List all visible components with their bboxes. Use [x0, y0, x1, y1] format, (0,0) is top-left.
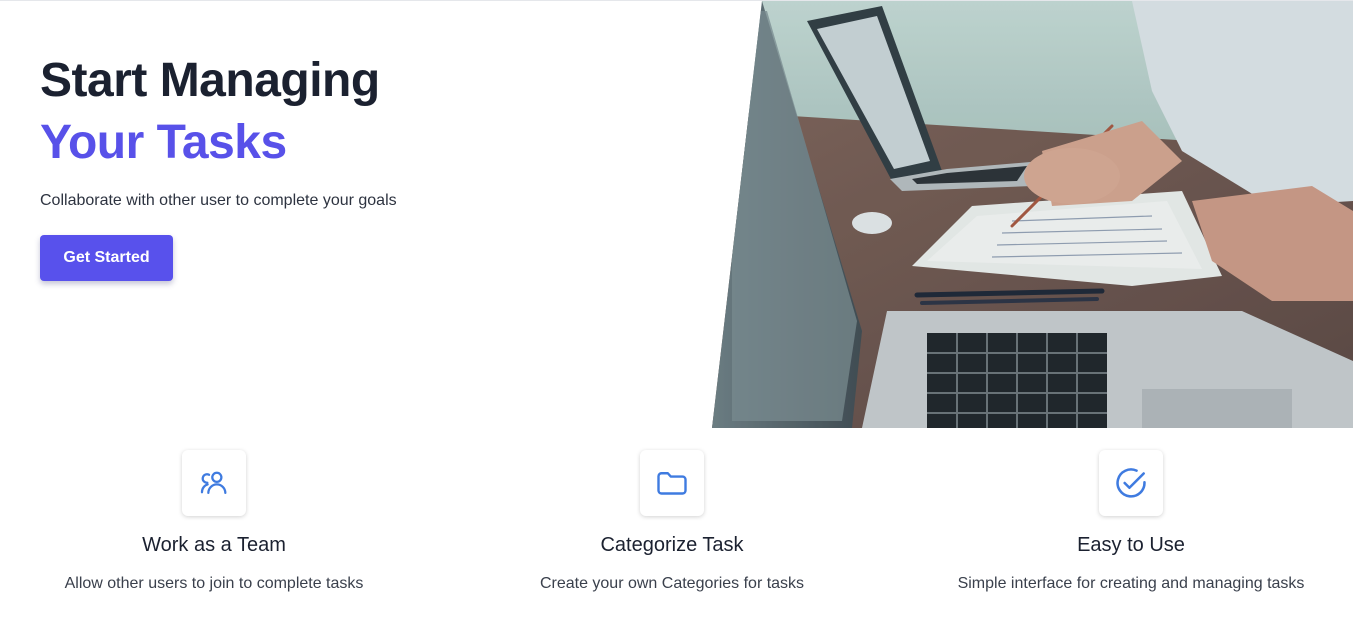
feature-team: Work as a Team Allow other users to join… — [4, 450, 424, 593]
feature-categorize: Categorize Task Create your own Categori… — [462, 450, 882, 593]
feature-description: Create your own Categories for tasks — [539, 575, 805, 592]
landing-page: Start Managing Your Tasks Collaborate wi… — [0, 0, 1353, 622]
hero-image — [712, 1, 1353, 428]
folder-icon — [657, 472, 687, 495]
feature-easy: Easy to Use Simple interface for creatin… — [921, 450, 1341, 593]
hero-subtitle: Collaborate with other user to complete … — [40, 192, 397, 209]
feature-title: Work as a Team — [142, 534, 286, 556]
users-icon — [200, 471, 227, 495]
get-started-button[interactable]: Get Started — [40, 235, 173, 281]
hero-title-line2: Your Tasks — [40, 116, 287, 169]
feature-icon-box — [1099, 450, 1163, 516]
hero-title-line1: Start Managing — [40, 54, 380, 107]
feature-title: Categorize Task — [600, 534, 744, 556]
feature-icon-box — [640, 450, 704, 516]
features-section: Work as a Team Allow other users to join… — [0, 450, 1353, 622]
feature-icon-box — [182, 450, 246, 516]
feature-description: Simple interface for creating and managi… — [957, 575, 1305, 592]
feature-description: Allow other users to join to complete ta… — [64, 575, 364, 592]
feature-title: Easy to Use — [1077, 534, 1185, 556]
check-circle-icon — [1116, 468, 1146, 498]
hero-section: Start Managing Your Tasks Collaborate wi… — [40, 50, 600, 281]
